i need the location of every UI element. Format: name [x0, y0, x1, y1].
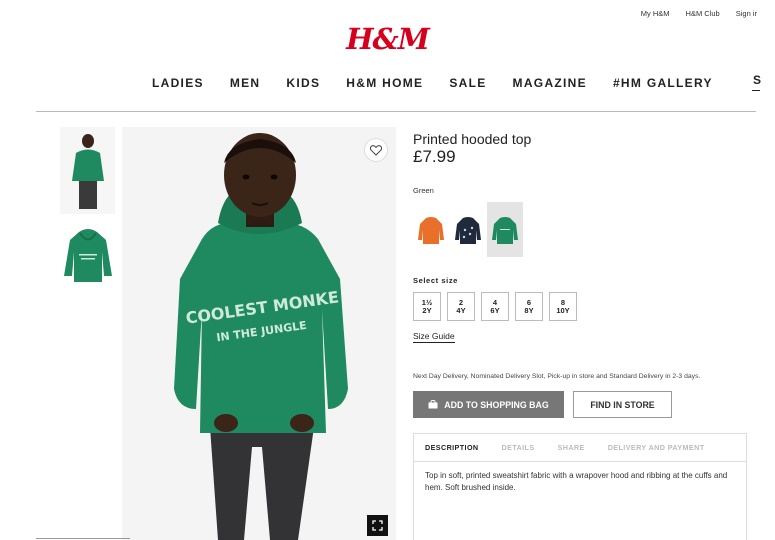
- tab-details[interactable]: DETAILS: [502, 443, 535, 452]
- nav-search-clipped[interactable]: S: [753, 73, 761, 87]
- swatch-orange[interactable]: [413, 202, 449, 257]
- product-title: Printed hooded top: [413, 131, 532, 147]
- size-option-10y[interactable]: 8 10Y: [549, 292, 577, 321]
- color-swatches: [413, 202, 523, 257]
- hm-club-link[interactable]: H&M Club: [686, 9, 720, 18]
- nav-magazine[interactable]: MAGAZINE: [513, 76, 587, 90]
- model-thumbnail-image: [71, 133, 104, 209]
- heart-icon[interactable]: [364, 138, 388, 162]
- find-in-store-label: FIND IN STORE: [590, 399, 655, 410]
- size-option-2y[interactable]: 1½ 2Y: [413, 292, 441, 321]
- nav-sale[interactable]: SALE: [449, 76, 486, 90]
- main-nav: LADIES MEN KIDS H&M HOME SALE MAGAZINE #…: [152, 76, 713, 90]
- product-description: Top in soft, printed sweatshirt fabric w…: [425, 471, 728, 492]
- nav-gallery[interactable]: #HM GALLERY: [613, 76, 713, 90]
- size-guide-link[interactable]: Size Guide: [413, 331, 455, 343]
- shopping-bag-icon: [428, 400, 438, 409]
- nav-kids[interactable]: KIDS: [286, 76, 320, 90]
- hoodie-orange-icon: [418, 216, 444, 244]
- product-price: £7.99: [413, 147, 456, 166]
- tab-delivery-payment[interactable]: DELIVERY AND PAYMENT: [608, 443, 705, 452]
- swatch-navy[interactable]: [450, 202, 486, 257]
- delivery-info: Next Day Delivery, Nominated Delivery Sl…: [413, 373, 701, 380]
- size-years: 6Y: [490, 305, 500, 315]
- size-option-8y[interactable]: 6 8Y: [515, 292, 543, 321]
- child-model-illustration: COOLEST MONKE IN THE JUNGLE: [122, 127, 396, 540]
- swatch-green[interactable]: [487, 202, 523, 257]
- nav-ladies[interactable]: LADIES: [152, 76, 204, 90]
- utility-links: My H&M H&M Club Sign ir: [641, 9, 757, 18]
- size-years: 2Y: [422, 305, 432, 315]
- tab-share[interactable]: SHARE: [558, 443, 585, 452]
- color-label: Green: [413, 186, 434, 195]
- size-years: 10Y: [556, 305, 570, 315]
- logo: H&M: [0, 22, 775, 56]
- find-in-store-button[interactable]: FIND IN STORE: [573, 391, 672, 418]
- hoodie-navy-icon: [455, 216, 481, 244]
- hm-logo[interactable]: H&M: [346, 22, 430, 56]
- size-option-4y[interactable]: 2 4Y: [447, 292, 475, 321]
- info-tabs: DESCRIPTION DETAILS SHARE DELIVERY AND P…: [425, 443, 705, 452]
- add-to-bag-label: ADD TO SHOPPING BAG: [444, 399, 549, 410]
- size-years: 8Y: [524, 305, 534, 315]
- size-option-6y[interactable]: 4 6Y: [481, 292, 509, 321]
- nav-home[interactable]: H&M HOME: [346, 76, 423, 90]
- nav-search-underline: [752, 90, 760, 91]
- my-hm-link[interactable]: My H&M: [641, 9, 670, 18]
- header-divider: [36, 111, 756, 112]
- select-size-label: Select size: [413, 276, 458, 285]
- model-thumbnail[interactable]: [60, 127, 115, 214]
- size-years: 4Y: [456, 305, 466, 315]
- hoodie-thumbnail[interactable]: [60, 222, 115, 288]
- hoodie-thumbnail-image: [63, 229, 112, 282]
- size-options: 1½ 2Y 2 4Y 4 6Y 6 8Y 8 10Y: [413, 292, 577, 321]
- footer-divider: [36, 538, 130, 539]
- sign-in-link[interactable]: Sign ir: [736, 9, 757, 18]
- hoodie-green-icon: [492, 216, 518, 244]
- fullscreen-icon[interactable]: [367, 515, 388, 536]
- tab-description[interactable]: DESCRIPTION: [425, 443, 479, 452]
- add-to-bag-button[interactable]: ADD TO SHOPPING BAG: [413, 391, 564, 418]
- main-product-image[interactable]: COOLEST MONKE IN THE JUNGLE: [122, 127, 396, 540]
- tabs-divider: [414, 461, 746, 462]
- nav-men[interactable]: MEN: [230, 76, 261, 90]
- product-info-panel: DESCRIPTION DETAILS SHARE DELIVERY AND P…: [413, 433, 747, 540]
